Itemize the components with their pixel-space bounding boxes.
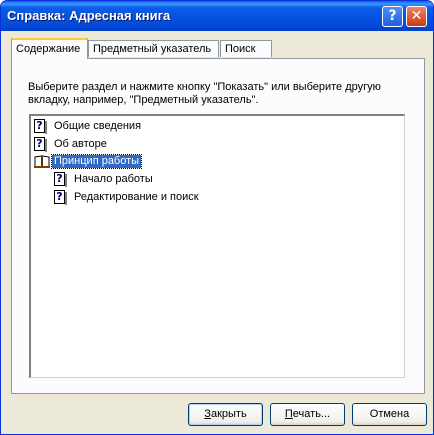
- title-bar[interactable]: Справка: Адресная книга ? ✕: [1, 1, 433, 31]
- close-icon: ✕: [410, 8, 423, 24]
- close-button-label: акрыть: [210, 408, 247, 420]
- close-button-accel: З: [204, 408, 211, 420]
- instructions-text: Выберите раздел и нажмите кнопку "Показа…: [28, 81, 381, 106]
- tree-item-label: Редактирование и поиск: [74, 191, 199, 203]
- close-window-button[interactable]: ✕: [406, 6, 427, 27]
- tab-contents[interactable]: Содержание: [11, 38, 88, 59]
- help-topic-icon: ?: [34, 137, 47, 152]
- tree-item-label: Общие сведения: [54, 120, 142, 132]
- tree-item-label: Об авторе: [54, 138, 107, 150]
- tab-search[interactable]: Поиск: [220, 40, 272, 57]
- print-button-label: ечать...: [292, 408, 331, 420]
- open-book-icon: [34, 155, 50, 168]
- print-button[interactable]: Печать...: [270, 403, 345, 426]
- close-button[interactable]: Закрыть: [188, 403, 263, 426]
- print-button-accel: П: [284, 408, 293, 420]
- contents-tree[interactable]: ? Общие сведения ? Об авторе Принцип раб…: [29, 114, 405, 378]
- tab-index[interactable]: Предметный указатель: [88, 40, 219, 57]
- help-window: Справка: Адресная книга ? ✕ Содержание П…: [0, 0, 434, 435]
- cancel-button[interactable]: Отмена: [352, 403, 427, 426]
- help-button[interactable]: ?: [382, 6, 403, 27]
- window-title: Справка: Адресная книга: [7, 8, 171, 23]
- question-mark-icon: ?: [388, 8, 397, 24]
- help-topic-icon: ?: [54, 172, 67, 187]
- help-topic-icon: ?: [34, 119, 47, 134]
- help-topic-icon: ?: [54, 190, 67, 205]
- tree-item-label: Начало работы: [74, 173, 153, 185]
- tree-item-label: Принцип работы: [50, 154, 143, 169]
- contents-panel: Выберите раздел и нажмите кнопку "Показа…: [11, 58, 425, 394]
